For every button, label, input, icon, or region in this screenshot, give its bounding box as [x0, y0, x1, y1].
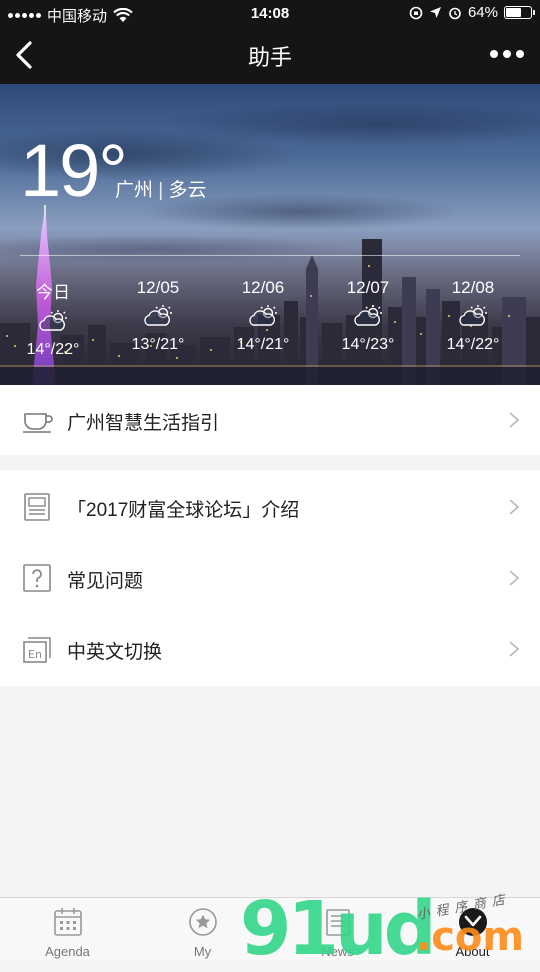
forecast-row: 今日 14°/22° 12/05 13°/21° 12/06 14°/21° 1… — [0, 278, 540, 373]
menu-item-label: 常见问题 — [67, 571, 144, 592]
forecast-temp: 14°/22° — [26, 341, 80, 358]
battery-fill — [506, 8, 521, 17]
menu-item-label: 「2017财富全球论坛」介绍 — [67, 500, 300, 521]
menu-item-faq[interactable]: 常见问题 — [0, 543, 540, 613]
tab-my[interactable]: My — [135, 898, 270, 961]
location-separator: | — [158, 180, 164, 201]
about-icon — [458, 908, 487, 936]
alarm-icon — [449, 7, 461, 19]
tab-about[interactable]: About — [405, 898, 540, 961]
tab-label: News — [321, 944, 354, 959]
tab-label: Agenda — [45, 944, 90, 959]
forecast-temp: 13°/21° — [131, 336, 185, 353]
forecast-day: 12/07 14°/23° — [323, 278, 413, 354]
divider — [20, 255, 520, 256]
tab-label: My — [193, 944, 212, 959]
forecast-date: 12/05 — [136, 278, 180, 297]
forecast-temp: 14°/22° — [446, 336, 500, 353]
chevron-right-icon — [509, 499, 520, 515]
cup-icon — [23, 413, 53, 433]
nav-bar: 助手 — [0, 28, 540, 84]
tab-bar: Agenda My News About — [0, 897, 540, 961]
chevron-right-icon — [509, 641, 520, 657]
battery-icon — [504, 6, 535, 19]
location-arrow-icon — [429, 7, 441, 18]
svg-text:En: En — [28, 648, 42, 661]
partly-cloudy-icon — [354, 304, 383, 326]
forecast-day: 12/05 13°/21° — [113, 278, 203, 354]
status-right: 64% — [409, 4, 535, 21]
weather-condition: 多云 — [168, 180, 207, 201]
menu-item-label: 中英文切换 — [67, 642, 163, 663]
language-en-icon: En — [23, 637, 51, 663]
forecast-day: 今日 14°/22° — [8, 278, 98, 359]
weather-panel: 19° 广州 | 多云 今日 14°/22° 12/05 13°/21° 12/… — [0, 84, 540, 385]
city-name: 广州 — [115, 180, 154, 201]
info-card: 「2017财富全球论坛」介绍 常见问题 En 中英文切换 — [0, 470, 540, 686]
tab-label: About — [455, 944, 490, 959]
news-icon — [325, 909, 350, 936]
calendar-icon — [53, 908, 82, 936]
forecast-date: 12/08 — [451, 278, 495, 297]
forecast-day: 12/06 14°/21° — [218, 278, 308, 354]
menu-item-guide[interactable]: 广州智慧生活指引 — [0, 385, 540, 455]
status-bar: 中国移动 14:08 64% — [0, 0, 540, 28]
partly-cloudy-icon — [144, 304, 173, 326]
menu-item-label: 广州智慧生活指引 — [67, 413, 220, 434]
guide-card: 广州智慧生活指引 — [0, 385, 540, 455]
current-temperature: 19° — [20, 129, 128, 212]
forecast-temp: 14°/21° — [236, 336, 290, 353]
chevron-right-icon — [509, 570, 520, 586]
chevron-right-icon — [509, 412, 520, 428]
tab-agenda[interactable]: Agenda — [0, 898, 135, 961]
partly-cloudy-icon — [249, 304, 278, 326]
menu-item-language[interactable]: En 中英文切换 — [0, 614, 540, 684]
forecast-temp: 14°/23° — [341, 336, 395, 353]
orientation-lock-icon — [409, 6, 423, 19]
tab-news[interactable]: News — [270, 898, 405, 961]
battery-percent: 64% — [467, 4, 498, 21]
question-icon — [23, 564, 51, 592]
page-title: 助手 — [247, 45, 292, 70]
partly-cloudy-icon — [39, 309, 68, 331]
forecast-day: 12/08 14°/22° — [428, 278, 518, 354]
forecast-date: 今日 — [36, 283, 70, 302]
forecast-date: 12/06 — [241, 278, 285, 297]
document-icon — [24, 493, 50, 521]
star-circle-icon — [188, 908, 217, 936]
top-bar: 中国移动 14:08 64% 助手 — [0, 0, 540, 84]
location-condition: 广州 | 多云 — [115, 175, 207, 202]
forecast-date: 12/07 — [346, 278, 390, 297]
menu-item-forum-intro[interactable]: 「2017财富全球论坛」介绍 — [0, 472, 540, 542]
partly-cloudy-icon — [459, 304, 488, 326]
more-dots-icon[interactable] — [490, 44, 526, 64]
